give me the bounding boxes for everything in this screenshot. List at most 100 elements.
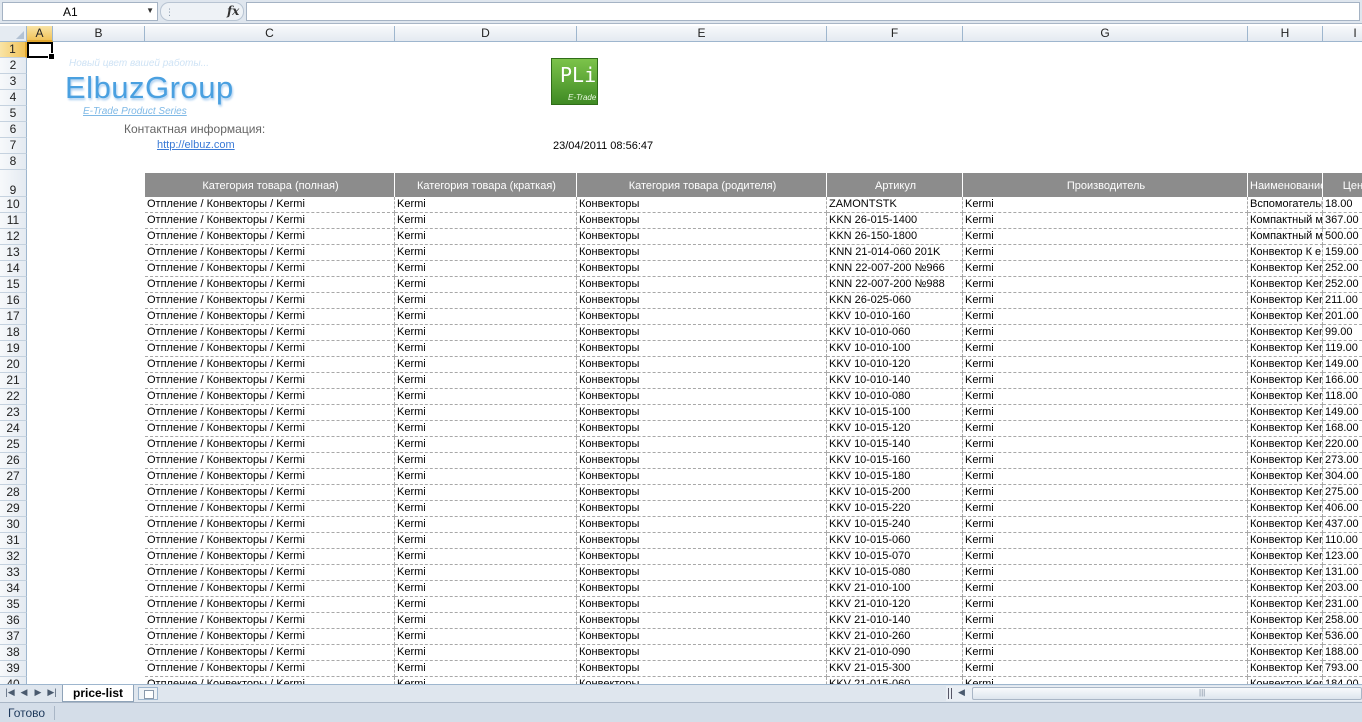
table-cell[interactable]: Kermi xyxy=(963,261,1248,277)
table-cell[interactable]: Конвекторы xyxy=(577,389,827,405)
table-cell[interactable]: Конвектор Ker xyxy=(1248,421,1323,437)
table-cell[interactable]: 211.00 xyxy=(1323,293,1362,309)
row-header-6[interactable]: 6 xyxy=(0,122,27,138)
row-header-17[interactable]: 17 xyxy=(0,309,27,325)
table-cell[interactable]: Отпление / Конвекторы / Kermi xyxy=(145,197,395,213)
row-header-12[interactable]: 12 xyxy=(0,229,27,245)
table-header-cell[interactable]: Категория товара (полная) xyxy=(145,173,395,197)
table-cell[interactable]: Конвекторы xyxy=(577,437,827,453)
table-cell[interactable]: Отпление / Конвекторы / Kermi xyxy=(145,517,395,533)
table-cell[interactable]: Kermi xyxy=(395,389,577,405)
table-cell[interactable]: Конвектор Ker xyxy=(1248,645,1323,661)
row-header-2[interactable]: 2 xyxy=(0,58,27,74)
table-cell[interactable]: Конвектор Ker xyxy=(1248,597,1323,613)
table-cell[interactable]: Конвекторы xyxy=(577,533,827,549)
table-cell[interactable]: Конвектор Ker xyxy=(1248,405,1323,421)
table-header-cell[interactable]: Цена xyxy=(1323,173,1362,197)
table-cell[interactable]: KKV 10-015-220 xyxy=(827,501,963,517)
table-cell[interactable]: Конвектор Ker xyxy=(1248,629,1323,645)
table-cell[interactable]: Kermi xyxy=(395,661,577,677)
table-cell[interactable]: KKV 21-010-120 xyxy=(827,597,963,613)
table-cell[interactable]: Конвектор Ker xyxy=(1248,357,1323,373)
table-cell[interactable]: 168.00 xyxy=(1323,421,1362,437)
column-header-f[interactable]: F xyxy=(827,26,963,42)
table-cell[interactable]: Конвекторы xyxy=(577,277,827,293)
table-cell[interactable]: Отпление / Конвекторы / Kermi xyxy=(145,597,395,613)
table-cell[interactable]: KKV 10-015-100 xyxy=(827,405,963,421)
table-cell[interactable]: Отпление / Конвекторы / Kermi xyxy=(145,501,395,517)
table-cell[interactable]: Отпление / Конвекторы / Kermi xyxy=(145,229,395,245)
column-header-h[interactable]: H xyxy=(1248,26,1323,42)
table-cell[interactable]: 203.00 xyxy=(1323,581,1362,597)
table-cell[interactable]: Конвекторы xyxy=(577,565,827,581)
table-cell[interactable]: Kermi xyxy=(395,341,577,357)
table-cell[interactable]: Конвекторы xyxy=(577,421,827,437)
scroll-thumb[interactable]: ||| xyxy=(972,687,1362,700)
column-header-i[interactable]: I xyxy=(1323,26,1362,42)
table-cell[interactable]: Конвекторы xyxy=(577,677,827,684)
row-header-33[interactable]: 33 xyxy=(0,565,27,581)
prev-sheet-icon[interactable]: ◀ xyxy=(18,687,30,698)
table-cell[interactable]: Kermi xyxy=(963,293,1248,309)
table-header-cell[interactable]: Категория товара (краткая) xyxy=(395,173,577,197)
table-cell[interactable]: Отпление / Конвекторы / Kermi xyxy=(145,565,395,581)
table-cell[interactable]: KKV 10-015-140 xyxy=(827,437,963,453)
split-handle[interactable] xyxy=(948,688,952,699)
table-cell[interactable]: 18.00 xyxy=(1323,197,1362,213)
column-header-g[interactable]: G xyxy=(963,26,1248,42)
table-cell[interactable]: 159.00 xyxy=(1323,245,1362,261)
row-header-5[interactable]: 5 xyxy=(0,106,27,122)
table-cell[interactable]: 437.00 xyxy=(1323,517,1362,533)
table-cell[interactable]: Конвекторы xyxy=(577,485,827,501)
table-cell[interactable]: 273.00 xyxy=(1323,453,1362,469)
table-cell[interactable]: Kermi xyxy=(395,613,577,629)
table-cell[interactable]: Конвекторы xyxy=(577,581,827,597)
table-cell[interactable]: Kermi xyxy=(395,229,577,245)
table-cell[interactable]: Kermi xyxy=(395,421,577,437)
table-cell[interactable]: Конвекторы xyxy=(577,453,827,469)
table-cell[interactable]: Отпление / Конвекторы / Kermi xyxy=(145,357,395,373)
row-header-26[interactable]: 26 xyxy=(0,453,27,469)
table-cell[interactable]: Kermi xyxy=(395,517,577,533)
first-sheet-icon[interactable]: |◀ xyxy=(4,687,16,698)
table-cell[interactable]: Конвекторы xyxy=(577,629,827,645)
table-cell[interactable]: Конвектор Ker xyxy=(1248,677,1323,684)
table-cell[interactable]: Конвекторы xyxy=(577,597,827,613)
table-cell[interactable]: Конвектор Ker xyxy=(1248,549,1323,565)
table-cell[interactable]: 99.00 xyxy=(1323,325,1362,341)
table-cell[interactable]: Kermi xyxy=(395,453,577,469)
table-cell[interactable]: Kermi xyxy=(395,405,577,421)
table-cell[interactable]: Конвекторы xyxy=(577,341,827,357)
table-cell[interactable]: Отпление / Конвекторы / Kermi xyxy=(145,677,395,684)
grip-icon[interactable]: ⋮ xyxy=(165,7,174,18)
table-cell[interactable]: KNN 22-007-200 №988 xyxy=(827,277,963,293)
column-header-a[interactable]: A xyxy=(27,26,53,42)
table-cell[interactable]: Kermi xyxy=(395,629,577,645)
table-cell[interactable]: KKV 21-010-260 xyxy=(827,629,963,645)
table-cell[interactable]: Конвекторы xyxy=(577,661,827,677)
table-cell[interactable]: Компактный м xyxy=(1248,229,1323,245)
table-cell[interactable]: Kermi xyxy=(963,405,1248,421)
table-cell[interactable]: KKV 21-010-090 xyxy=(827,645,963,661)
column-header-c[interactable]: C xyxy=(145,26,395,42)
dropdown-arrow-icon[interactable]: ▼ xyxy=(146,6,154,15)
table-cell[interactable]: Конвекторы xyxy=(577,613,827,629)
horizontal-scrollbar[interactable]: ◀ ||| xyxy=(946,686,1362,701)
table-cell[interactable]: Конвекторы xyxy=(577,229,827,245)
table-cell[interactable]: Конвекторы xyxy=(577,517,827,533)
table-cell[interactable]: Kermi xyxy=(395,309,577,325)
table-cell[interactable]: Отпление / Конвекторы / Kermi xyxy=(145,629,395,645)
formula-input[interactable] xyxy=(246,2,1360,21)
table-cell[interactable]: KKV 10-015-240 xyxy=(827,517,963,533)
new-sheet-icon[interactable] xyxy=(138,687,158,700)
table-cell[interactable]: Отпление / Конвекторы / Kermi xyxy=(145,277,395,293)
table-cell[interactable]: Kermi xyxy=(963,453,1248,469)
table-cell[interactable]: Kermi xyxy=(963,677,1248,684)
table-cell[interactable]: Kermi xyxy=(395,245,577,261)
row-header-23[interactable]: 23 xyxy=(0,405,27,421)
table-cell[interactable]: Kermi xyxy=(963,373,1248,389)
table-cell[interactable]: 131.00 xyxy=(1323,565,1362,581)
row-header-14[interactable]: 14 xyxy=(0,261,27,277)
table-cell[interactable]: Конвектор Ker xyxy=(1248,373,1323,389)
fx-icon[interactable]: fx xyxy=(227,4,239,18)
